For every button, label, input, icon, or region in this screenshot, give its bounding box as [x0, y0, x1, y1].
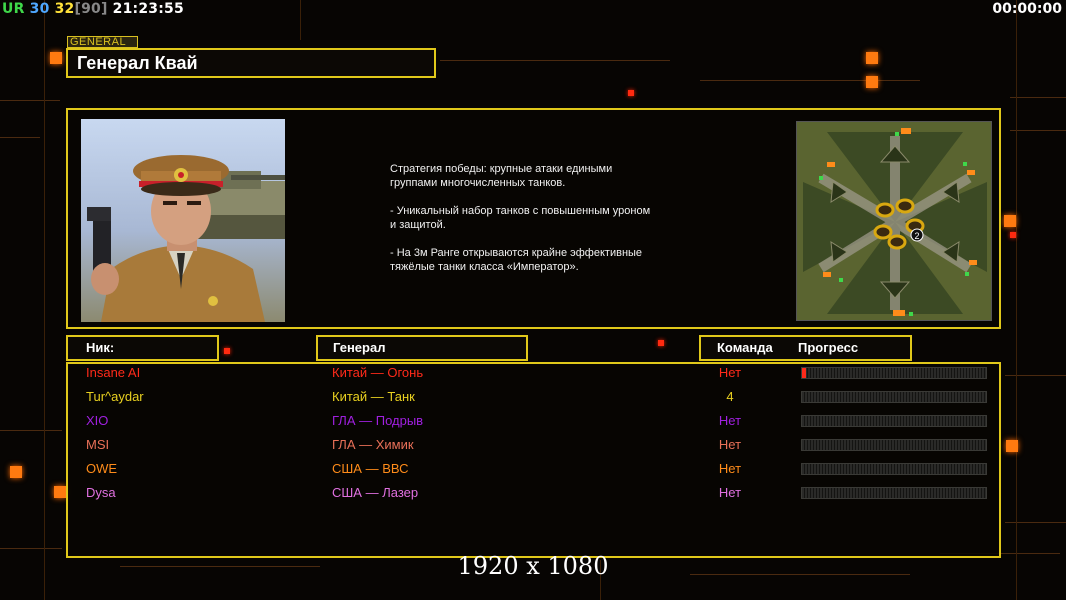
- player-nick: Tur^aydar: [86, 389, 144, 404]
- resolution-label: 1920 x 1080: [457, 552, 609, 580]
- minimap[interactable]: 2: [796, 121, 992, 321]
- hud-stats: UR 30 32[90] 21:23:55: [2, 1, 184, 17]
- player-row: XIO ГЛА — Подрыв Нет: [68, 412, 999, 432]
- player-general: США — ВВС: [332, 461, 409, 476]
- player-progress-bar: [801, 463, 987, 475]
- hud-clock: 21:23:55: [112, 1, 184, 17]
- player-general: США — Лазер: [332, 485, 419, 500]
- player-progress-bar: [801, 367, 987, 379]
- general-portrait: [81, 119, 285, 322]
- hud-value-3: [90]: [74, 1, 108, 17]
- minimap-marker: 2: [914, 231, 919, 241]
- hud-ur-label: UR: [2, 1, 25, 17]
- player-row: OWE США — ВВС Нет: [68, 460, 999, 480]
- general-name: Генерал Квай: [66, 48, 436, 78]
- player-nick: Dysa: [86, 485, 116, 500]
- player-progress-bar: [801, 487, 987, 499]
- player-team: 4: [726, 389, 734, 404]
- player-progress-bar: [801, 439, 987, 451]
- player-team: Нет: [718, 437, 742, 452]
- player-team: Нет: [718, 365, 742, 380]
- player-nick: OWE: [86, 461, 118, 476]
- game-timer: 00:00:00: [992, 1, 1062, 17]
- header-progress: Прогресс: [798, 340, 859, 355]
- player-progress-bar: [801, 391, 987, 403]
- player-progress-fill: [802, 368, 806, 378]
- player-row: Insane AI Китай — Огонь Нет: [68, 364, 999, 384]
- players-panel: Insane AI Китай — Огонь Нет Tur^aydar Ки…: [66, 362, 1001, 558]
- player-row: Dysa США — Лазер Нет: [68, 484, 999, 504]
- hud-value-1: 30: [29, 1, 50, 17]
- player-nick: XIO: [86, 413, 109, 428]
- minimap-image: 2: [797, 122, 991, 320]
- player-team: Нет: [718, 461, 742, 476]
- player-row: MSI ГЛА — Химик Нет: [68, 436, 999, 456]
- player-general: Китай — Огонь: [332, 365, 424, 380]
- header-team: Команда: [717, 340, 773, 355]
- player-nick: MSI: [86, 437, 110, 452]
- header-nick: Ник:: [66, 335, 219, 361]
- player-general: Китай — Танк: [332, 389, 415, 404]
- header-team-progress: Команда Прогресс: [699, 335, 912, 361]
- player-progress-bar: [801, 415, 987, 427]
- general-info-panel: Стратегия победы: крупные атаки едиными …: [66, 108, 1001, 329]
- player-general: ГЛА — Подрыв: [332, 413, 424, 428]
- portrait-image: [87, 155, 285, 322]
- player-team: Нет: [718, 413, 742, 428]
- general-description: Стратегия победы: крупные атаки едиными …: [390, 163, 651, 273]
- hud-value-2: 32: [54, 1, 75, 17]
- header-general: Генерал: [316, 335, 528, 361]
- general-tag: GENERAL: [67, 36, 138, 48]
- player-nick: Insane AI: [86, 365, 141, 380]
- player-row: Tur^aydar Китай — Танк 4: [68, 388, 999, 408]
- player-general: ГЛА — Химик: [332, 437, 414, 452]
- player-team: Нет: [718, 485, 742, 500]
